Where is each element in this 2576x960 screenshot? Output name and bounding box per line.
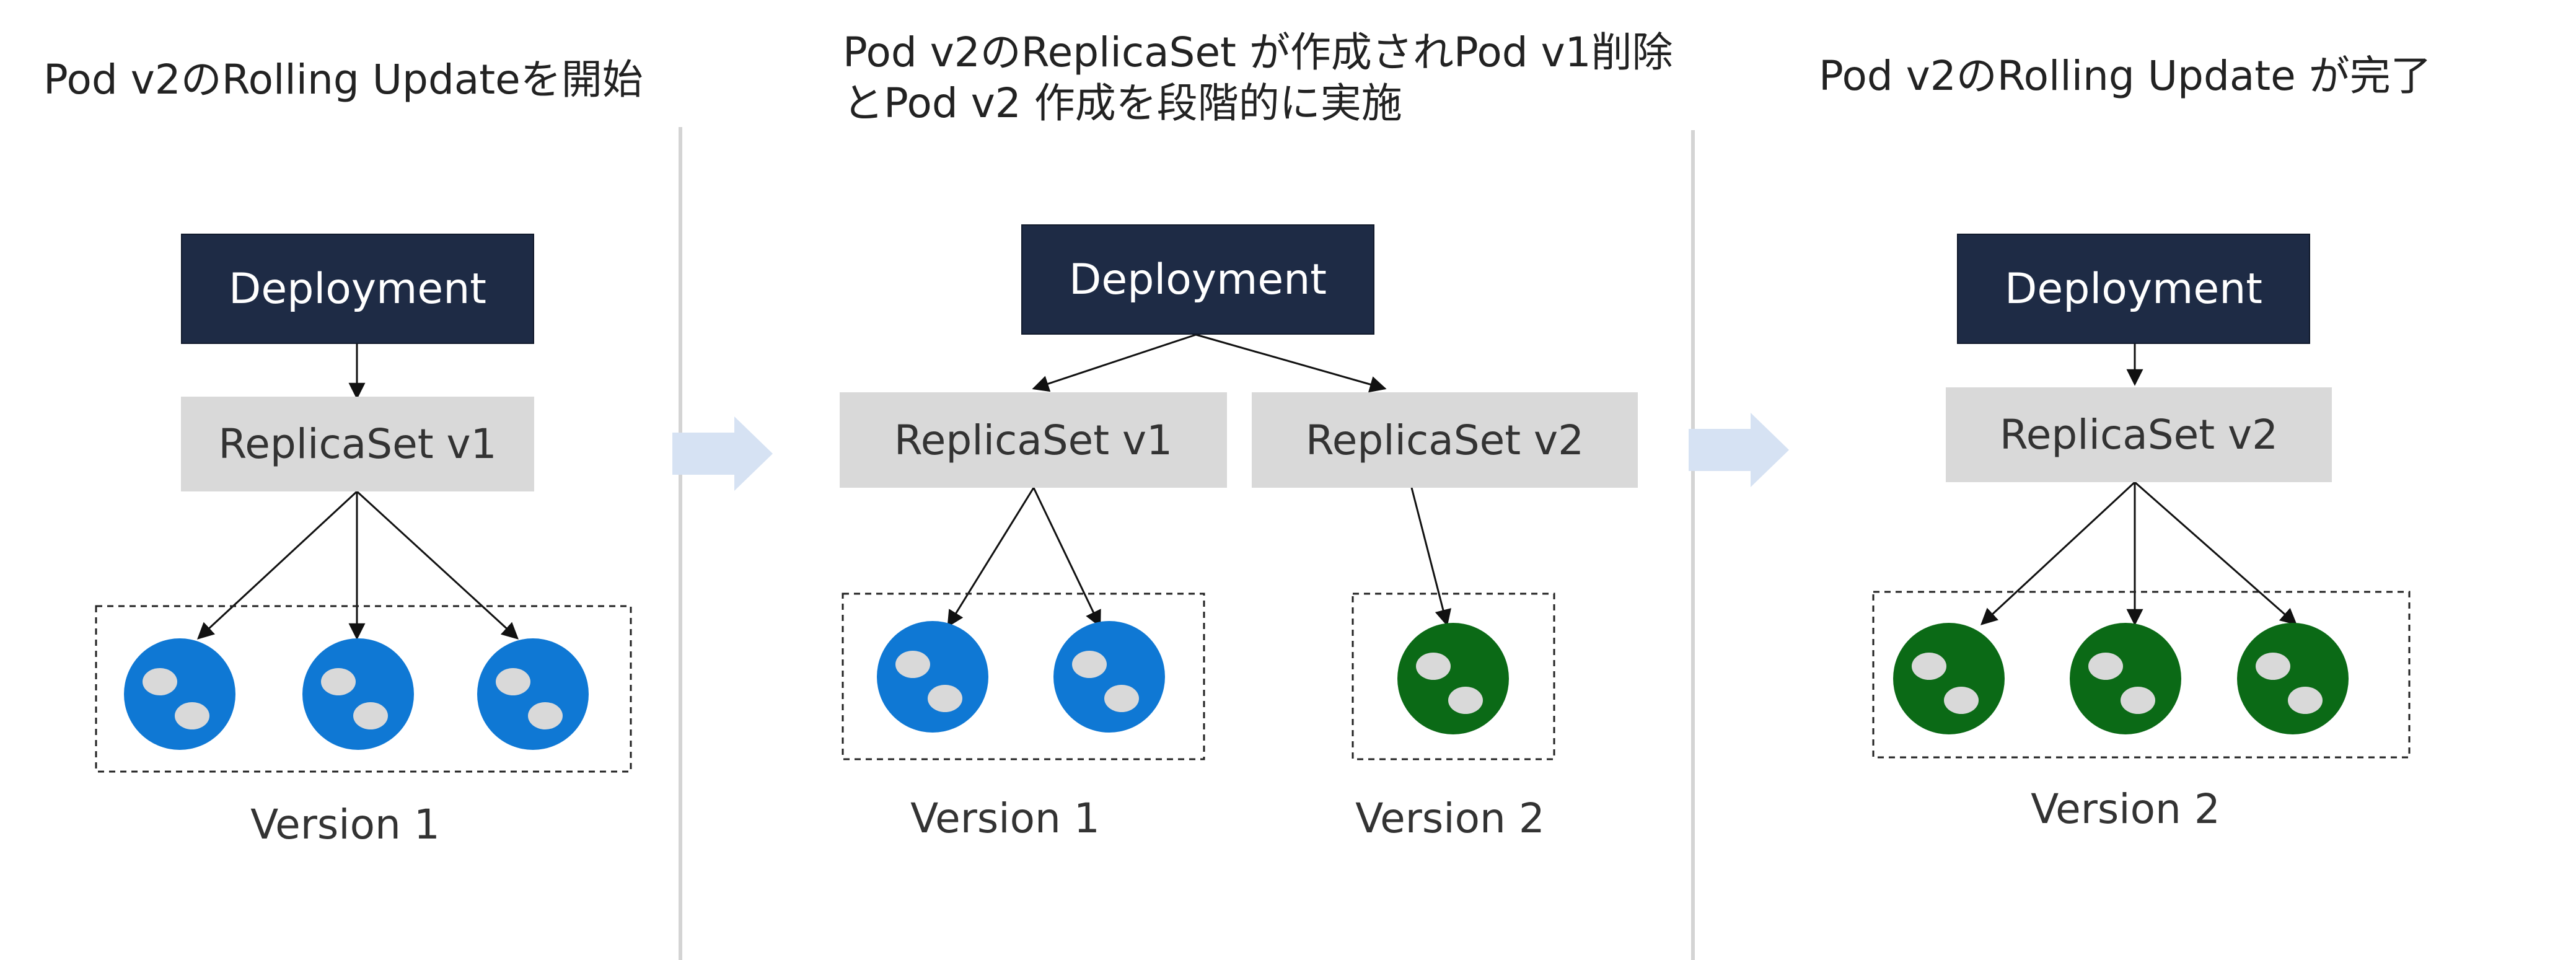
pod-v2-icon bbox=[1397, 623, 1509, 734]
connector bbox=[1032, 487, 1101, 628]
stage3-replicaset-v2-box: ReplicaSet v2 bbox=[1946, 387, 2332, 482]
pod-v1-icon bbox=[1053, 621, 1165, 733]
stage1-version-label: Version 1 bbox=[250, 801, 440, 848]
pod-v1-icon bbox=[302, 638, 414, 750]
connector bbox=[1980, 481, 2136, 625]
flow-arrow-icon bbox=[672, 416, 773, 491]
stage3-version-label: Version 2 bbox=[2031, 785, 2220, 833]
pod-v2-icon bbox=[1893, 623, 2005, 734]
stage2-replicaset-v2-box: ReplicaSet v2 bbox=[1252, 392, 1638, 488]
connector bbox=[947, 487, 1035, 628]
stage3-deployment-box: Deployment bbox=[1957, 234, 2310, 344]
connector bbox=[1032, 333, 1197, 392]
connector bbox=[1410, 487, 1452, 627]
stage2-version1-label: Version 1 bbox=[910, 795, 1100, 842]
connector bbox=[2134, 481, 2298, 625]
stage2-deployment-box: Deployment bbox=[1021, 224, 1374, 335]
stage2-version2-label: Version 2 bbox=[1355, 795, 1545, 842]
flow-arrow-icon bbox=[1689, 413, 1789, 487]
pod-v2-icon bbox=[2237, 623, 2349, 734]
pod-v2-icon bbox=[2070, 623, 2181, 734]
pod-v1-icon bbox=[877, 621, 988, 733]
pod-v1-icon bbox=[477, 638, 589, 750]
connector bbox=[356, 490, 519, 640]
stage1-deployment-box: Deployment bbox=[181, 234, 534, 344]
pod-v1-icon bbox=[124, 638, 235, 750]
connector bbox=[197, 490, 358, 640]
stage1-replicaset-v1-box: ReplicaSet v1 bbox=[181, 397, 534, 491]
stage2-replicaset-v1-box: ReplicaSet v1 bbox=[840, 392, 1227, 488]
connector bbox=[1195, 333, 1387, 393]
